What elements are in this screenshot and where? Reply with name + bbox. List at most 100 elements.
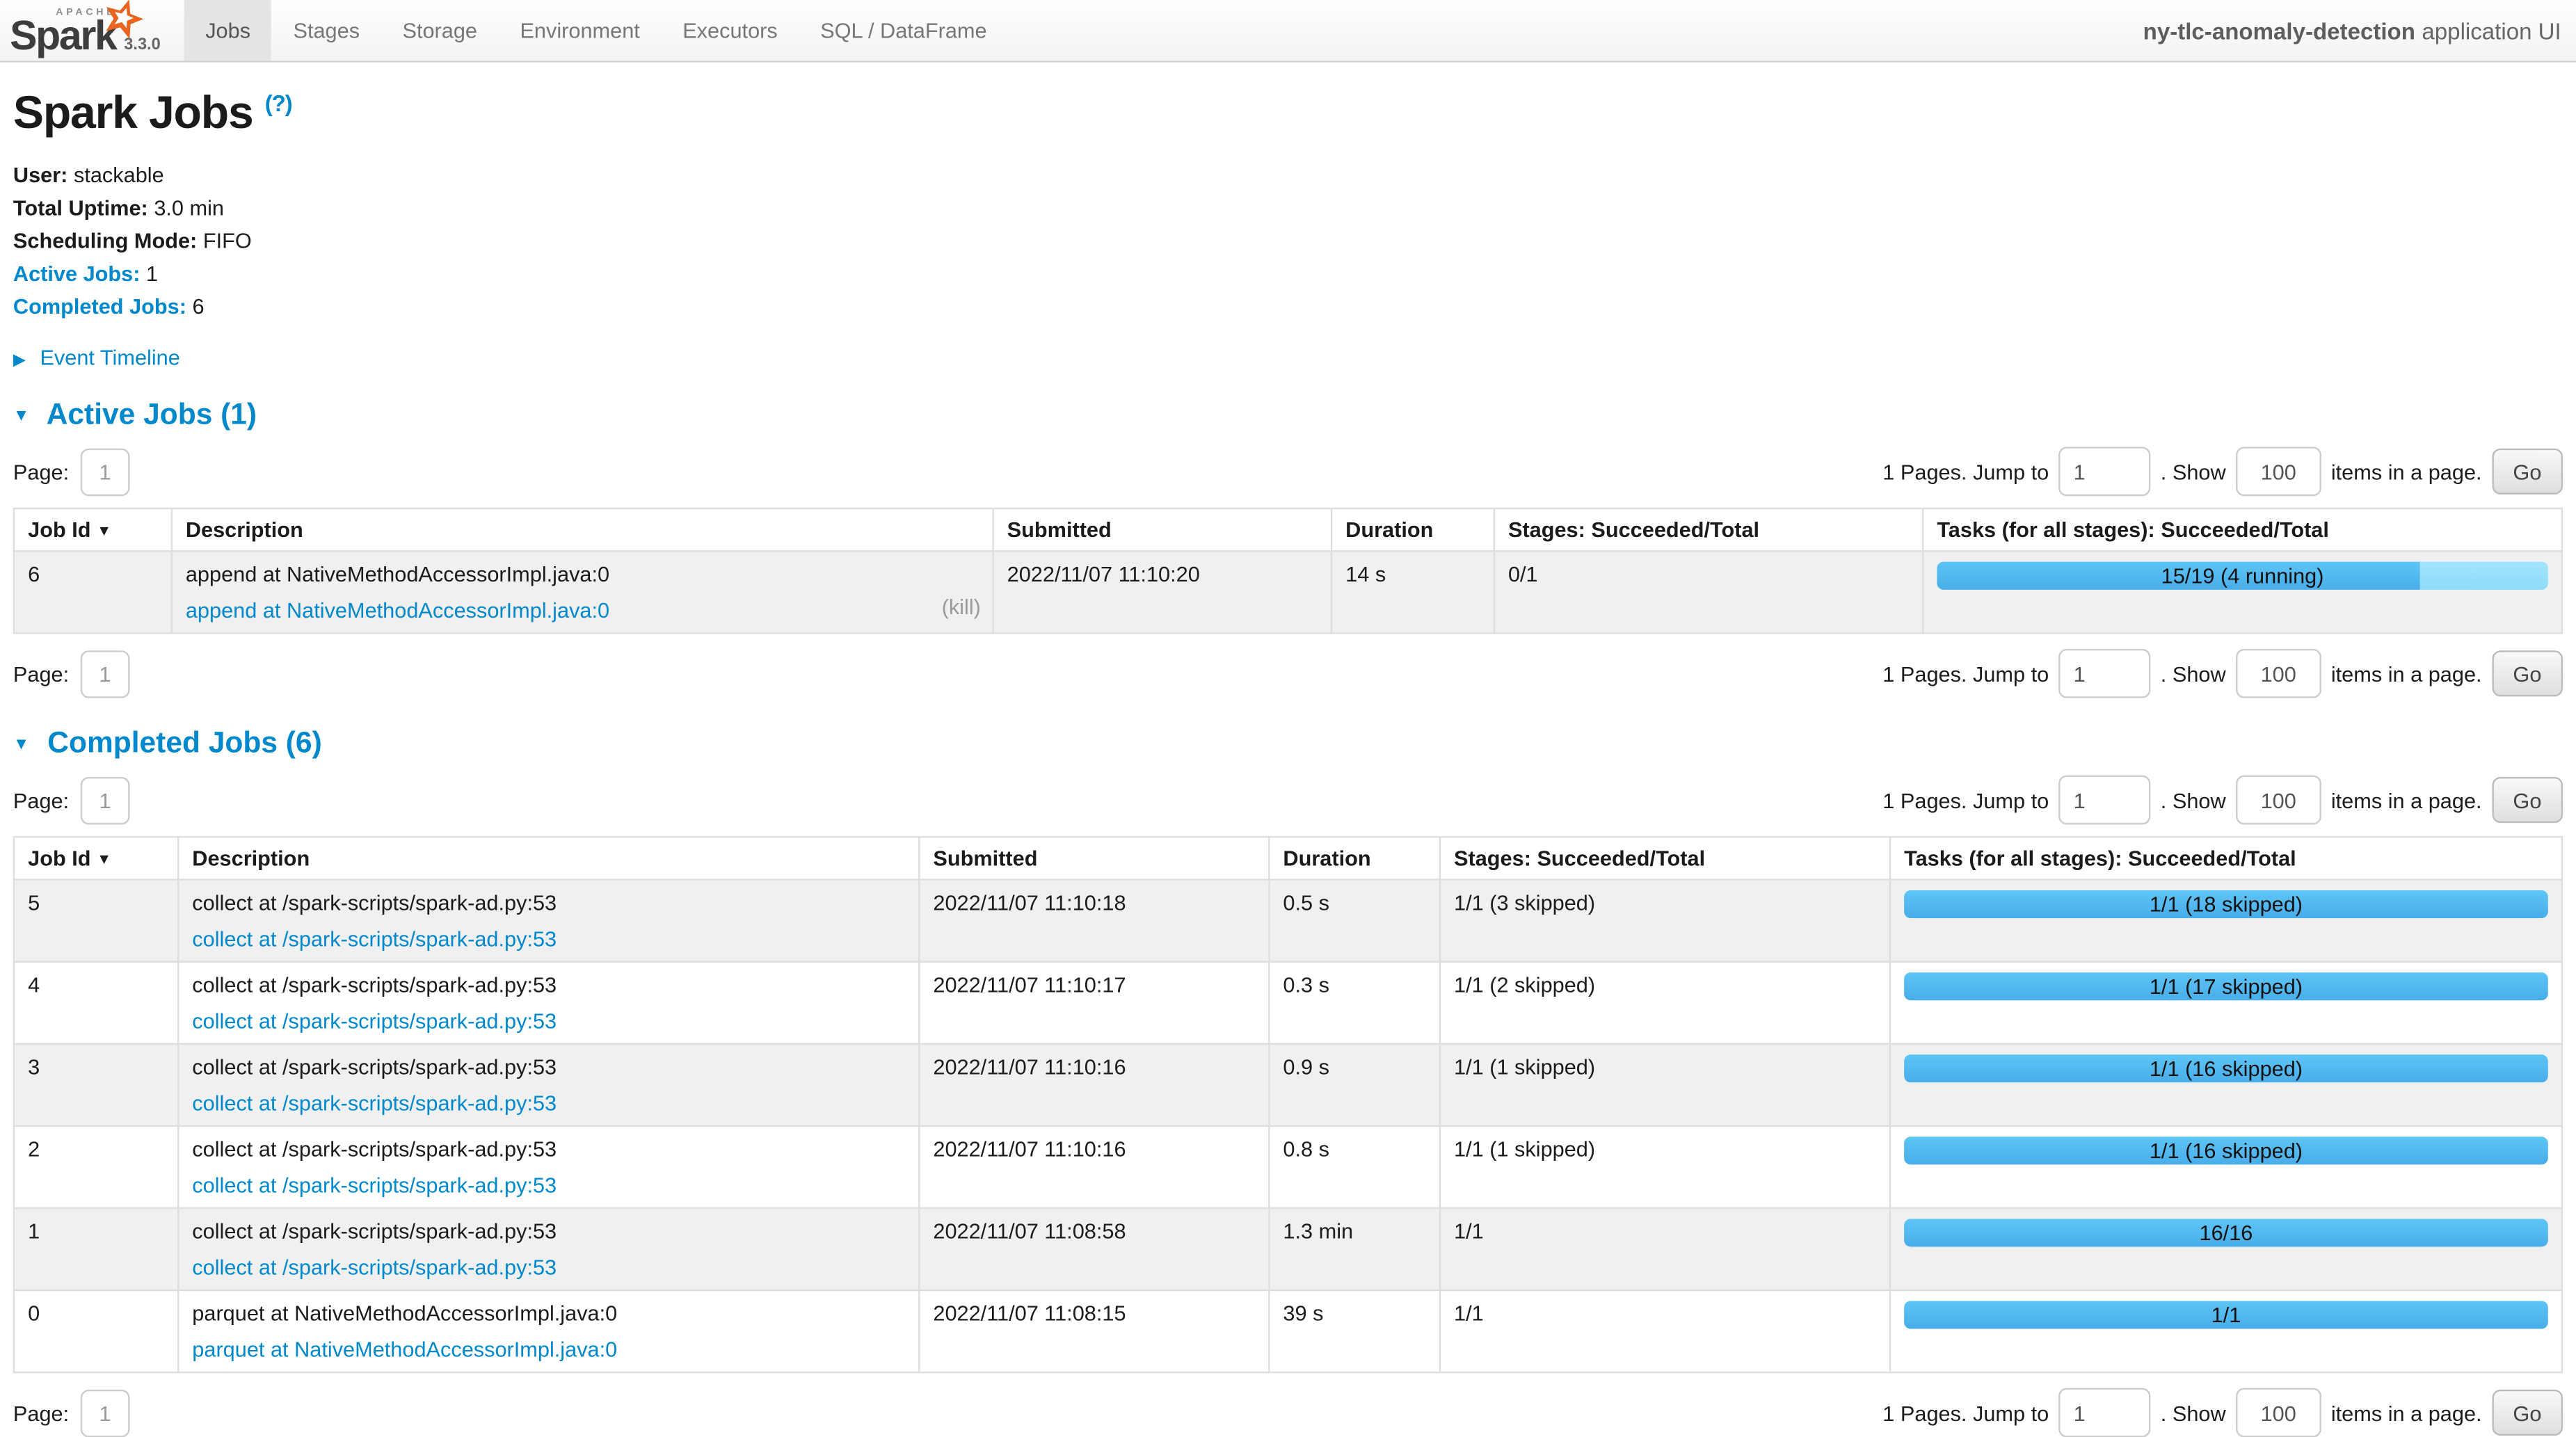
nav-tab-environment[interactable]: Environment [499, 0, 662, 61]
column-header-duration[interactable]: Duration [1331, 508, 1494, 551]
tasks-progress-label: 16/16 [1904, 1219, 2548, 1246]
nav-tab-stages[interactable]: Stages [272, 0, 381, 61]
column-header-stages[interactable]: Stages: Succeeded/Total [1440, 837, 1890, 879]
job-duration-cell: 0.5 s [1269, 880, 1440, 962]
go-button[interactable]: Go [2492, 449, 2563, 495]
uptime-label: Total Uptime: [13, 195, 148, 220]
items-per-page-input[interactable] [2236, 1388, 2321, 1437]
column-header-job-id[interactable]: Job Id ▼ [14, 837, 178, 879]
completed-jobs-pagination-top: Page: 1 Pages. Jump to . Show items in a… [13, 776, 2563, 825]
job-id-cell: 6 [14, 551, 172, 633]
job-submitted-cell: 2022/11/07 11:10:18 [919, 880, 1269, 962]
job-description-cell: collect at /spark-scripts/spark-ad.py:53… [178, 1044, 919, 1126]
active-jobs-section-title: Active Jobs (1) [47, 398, 257, 431]
job-description-cell: collect at /spark-scripts/spark-ad.py:53… [178, 1208, 919, 1290]
job-id-cell: 4 [14, 962, 178, 1044]
spark-jobs-page: Spark APACHE 3.3.0 Jobs Stages Storage E… [0, 0, 2576, 1349]
job-description-text: collect at /spark-scripts/spark-ad.py:53 [192, 972, 905, 997]
job-stages-cell: 1/1 (3 skipped) [1440, 880, 1890, 962]
job-id-cell: 1 [14, 1208, 178, 1290]
column-header-description[interactable]: Description [178, 837, 919, 879]
column-header-tasks[interactable]: Tasks (for all stages): Succeeded/Total [1923, 508, 2562, 551]
jump-to-input[interactable] [2058, 649, 2150, 698]
column-header-duration[interactable]: Duration [1269, 837, 1440, 879]
job-detail-link[interactable]: collect at /spark-scripts/spark-ad.py:53 [192, 1173, 905, 1197]
active-job-row: 6 append at NativeMethodAccessorImpl.jav… [14, 551, 2562, 633]
completed-jobs-row: Completed Jobs: 6 [13, 294, 2563, 319]
summary-info: User: stackable Total Uptime: 3.0 min Sc… [13, 163, 2563, 319]
show-text: . Show [2161, 1400, 2226, 1424]
completed-jobs-section-header[interactable]: ▼ Completed Jobs (6) [13, 726, 2563, 761]
job-detail-link[interactable]: collect at /spark-scripts/spark-ad.py:53 [192, 1009, 905, 1033]
active-jobs-section-header[interactable]: ▼ Active Jobs (1) [13, 398, 2563, 433]
nav-tab-storage[interactable]: Storage [381, 0, 499, 61]
job-stages-cell: 1/1 (2 skipped) [1440, 962, 1890, 1044]
tasks-progress-label: 15/19 (4 running) [1937, 562, 2548, 590]
application-name-bold: ny-tlc-anomaly-detection [2143, 17, 2415, 44]
job-description-text: collect at /spark-scripts/spark-ad.py:53 [192, 890, 905, 915]
job-tasks-cell: 1/1 (17 skipped) [1890, 962, 2562, 1044]
go-button[interactable]: Go [2492, 1390, 2563, 1436]
completed-jobs-link[interactable]: Completed Jobs: [13, 294, 186, 319]
job-row: 5 collect at /spark-scripts/spark-ad.py:… [14, 880, 2562, 962]
job-duration-cell: 14 s [1331, 551, 1494, 633]
column-header-submitted[interactable]: Submitted [993, 508, 1331, 551]
user-row: User: stackable [13, 163, 2563, 187]
job-tasks-cell: 1/1 (16 skipped) [1890, 1044, 2562, 1126]
pages-jump-text: 1 Pages. Jump to [1882, 661, 2049, 686]
job-row: 2 collect at /spark-scripts/spark-ad.py:… [14, 1126, 2562, 1208]
event-timeline-toggle[interactable]: ▶ Event Timeline [13, 345, 2563, 369]
column-header-description[interactable]: Description [172, 508, 993, 551]
spark-logo[interactable]: Spark APACHE 3.3.0 [0, 0, 184, 61]
job-stages-cell: 1/1 (1 skipped) [1440, 1126, 1890, 1208]
completed-jobs-pagination-bottom: Page: 1 Pages. Jump to . Show items in a… [13, 1388, 2563, 1437]
job-tasks-cell: 1/1 (18 skipped) [1890, 880, 2562, 962]
help-link[interactable]: (?) [265, 90, 292, 116]
column-header-job-id[interactable]: Job Id ▼ [14, 508, 172, 551]
jump-to-input[interactable] [2058, 1388, 2150, 1437]
job-duration-cell: 0.9 s [1269, 1044, 1440, 1126]
tasks-progress-bar: 15/19 (4 running) [1937, 562, 2548, 590]
job-submitted-cell: 2022/11/07 11:10:16 [919, 1126, 1269, 1208]
jump-to-input[interactable] [2058, 776, 2150, 825]
job-description-cell: collect at /spark-scripts/spark-ad.py:53… [178, 880, 919, 962]
scheduling-mode-value: FIFO [203, 228, 252, 252]
job-stages-cell: 0/1 [1494, 551, 1923, 633]
job-stages-cell: 1/1 (1 skipped) [1440, 1044, 1890, 1126]
items-in-page-text: items in a page. [2331, 787, 2482, 812]
nav-tab-jobs[interactable]: Jobs [184, 0, 271, 61]
nav-tab-sql-dataframe[interactable]: SQL / DataFrame [799, 0, 1008, 61]
go-button[interactable]: Go [2492, 650, 2563, 696]
uptime-row: Total Uptime: 3.0 min [13, 195, 2563, 220]
active-jobs-link[interactable]: Active Jobs: [13, 261, 141, 285]
kill-job-link[interactable]: (kill) [942, 595, 981, 619]
job-detail-link[interactable]: parquet at NativeMethodAccessorImpl.java… [192, 1337, 905, 1361]
go-button[interactable]: Go [2492, 777, 2563, 823]
page-number-input[interactable] [81, 650, 130, 697]
job-description-cell: append at NativeMethodAccessorImpl.java:… [172, 551, 993, 633]
scheduling-mode-label: Scheduling Mode: [13, 228, 197, 252]
job-detail-link[interactable]: collect at /spark-scripts/spark-ad.py:53 [192, 1255, 905, 1279]
completed-jobs-count: 6 [193, 294, 205, 319]
job-duration-cell: 0.3 s [1269, 962, 1440, 1044]
page-number-input[interactable] [81, 448, 130, 495]
jump-to-input[interactable] [2058, 447, 2150, 496]
navbar: Spark APACHE 3.3.0 Jobs Stages Storage E… [0, 0, 2576, 63]
job-detail-link[interactable]: append at NativeMethodAccessorImpl.java:… [186, 598, 979, 623]
page-number-input[interactable] [81, 776, 130, 824]
column-header-stages[interactable]: Stages: Succeeded/Total [1494, 508, 1923, 551]
items-per-page-input[interactable] [2236, 649, 2321, 698]
application-ui-suffix: application UI [2422, 17, 2561, 44]
job-detail-link[interactable]: collect at /spark-scripts/spark-ad.py:53 [192, 926, 905, 951]
column-header-submitted[interactable]: Submitted [919, 837, 1269, 879]
main-content: Spark Jobs (?) User: stackable Total Upt… [0, 87, 2576, 1437]
uptime-value: 3.0 min [154, 195, 224, 220]
tasks-progress-bar: 1/1 [1904, 1301, 2548, 1328]
tasks-progress-bar: 1/1 (16 skipped) [1904, 1137, 2548, 1164]
job-detail-link[interactable]: collect at /spark-scripts/spark-ad.py:53 [192, 1091, 905, 1115]
page-number-input[interactable] [81, 1389, 130, 1436]
items-per-page-input[interactable] [2236, 776, 2321, 825]
column-header-tasks[interactable]: Tasks (for all stages): Succeeded/Total [1890, 837, 2562, 879]
items-per-page-input[interactable] [2236, 447, 2321, 496]
nav-tab-executors[interactable]: Executors [662, 0, 799, 61]
